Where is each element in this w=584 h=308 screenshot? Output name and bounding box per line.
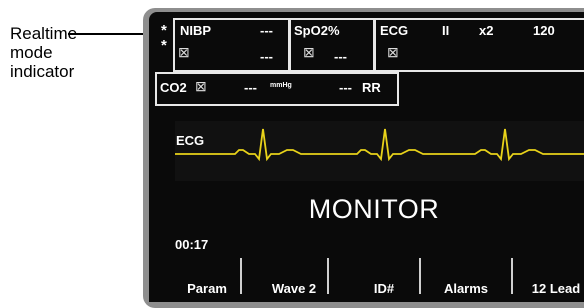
heart-rate-value: 120: [533, 23, 555, 38]
co2-label: CO2: [160, 80, 187, 95]
ecg-waveform: [175, 128, 584, 162]
co2-unit: mmHg: [270, 82, 292, 89]
softkey-param[interactable]: Param: [175, 258, 239, 302]
indicator-star-2: *: [161, 37, 167, 54]
mode-title: MONITOR: [308, 194, 440, 224]
nibp-sub-value: ---: [260, 49, 273, 64]
nibp-label: NIBP: [180, 23, 212, 38]
ecg-trace: [175, 128, 584, 162]
spo2-value: ---: [334, 49, 347, 64]
alarm-off-icon: ⊠: [387, 44, 399, 60]
rr-value: ---: [339, 80, 352, 95]
softkey-label: Alarms: [443, 281, 489, 296]
alarm-off-icon: ⊠: [195, 78, 207, 94]
ecg-waveform-area: [175, 121, 584, 181]
elapsed-time: 00:17: [175, 237, 209, 252]
callout-leader-line: [68, 33, 144, 35]
softkey-bar: Param Wave 2 ID# Alarms 12 Lead: [175, 258, 584, 302]
ecg-gain: x2: [479, 23, 494, 38]
monitor-screen: * * NIBP --- ⊠ --- SpO2% ⊠ --- ECG II x2…: [149, 12, 584, 302]
callout-line-3: indicator: [10, 62, 75, 81]
nibp-value: ---: [260, 23, 273, 38]
spo2-label: SpO2%: [294, 23, 340, 38]
softkey-label: Param: [187, 281, 227, 296]
ecg-label: ECG: [380, 23, 409, 38]
alarm-off-icon: ⊠: [178, 44, 190, 60]
waveform-label: ECG: [176, 133, 205, 148]
co2-value: ---: [244, 80, 257, 95]
alarm-off-icon: ⊠: [303, 44, 315, 60]
realtime-mode-indicator: * *: [161, 23, 167, 53]
ecg-lead: II: [442, 23, 450, 38]
callout-line-2: mode: [10, 43, 53, 62]
rr-label: RR: [362, 80, 381, 95]
indicator-star-1: *: [161, 22, 167, 39]
softkey-alarms[interactable]: Alarms: [421, 258, 511, 302]
softkey-label: 12 Lead: [531, 281, 581, 296]
softkey-12-lead[interactable]: 12 Lead: [513, 258, 584, 302]
